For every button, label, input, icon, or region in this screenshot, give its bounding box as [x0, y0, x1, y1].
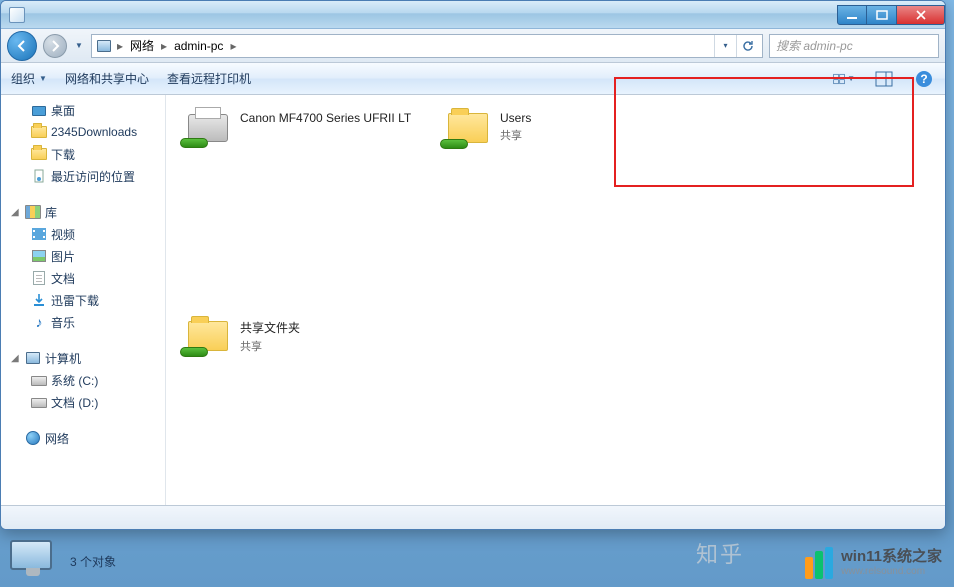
computer-icon [10, 540, 58, 582]
tree-xunlei[interactable]: 迅雷下载 [1, 289, 165, 311]
nav-history-dropdown[interactable]: ▼ [73, 32, 85, 60]
caret-icon: ◢ [11, 353, 21, 364]
help-button[interactable]: ? [913, 68, 935, 90]
music-icon: ♪ [31, 314, 47, 330]
forward-button[interactable] [43, 34, 67, 58]
svg-text:?: ? [920, 72, 927, 86]
caret-icon: ◢ [11, 207, 21, 218]
document-icon [31, 270, 47, 286]
item-sublabel: 共享 [240, 338, 300, 354]
breadcrumb-adminpc[interactable]: admin-pc [172, 39, 225, 53]
breadcrumb-network[interactable]: 网络 [128, 37, 156, 54]
xunlei-icon [31, 292, 47, 308]
folder-icon [31, 124, 47, 140]
shared-folder-icon [444, 107, 492, 149]
tree-desktop[interactable]: 桌面 [1, 99, 165, 121]
breadcrumb-sep-icon[interactable]: ▸ [116, 39, 124, 53]
computer-icon [96, 38, 112, 54]
brand-logo-icon [805, 547, 833, 579]
search-input[interactable] [776, 39, 933, 53]
search-box[interactable] [769, 34, 939, 58]
item-shared-folder[interactable]: 共享文件夹共享 [184, 315, 414, 357]
organize-menu[interactable]: 组织 ▼ [11, 70, 47, 87]
drive-icon [31, 372, 47, 388]
library-icon [25, 204, 41, 220]
item-sublabel: 共享 [500, 127, 531, 143]
titlebar[interactable] [1, 1, 945, 29]
app-icon [9, 7, 25, 23]
tree-recent[interactable]: 最近访问的位置 [1, 165, 165, 187]
breadcrumb-sep-icon[interactable]: ▸ [160, 39, 168, 53]
address-bar[interactable]: ▸ 网络 ▸ admin-pc ▸ ▾ [91, 34, 763, 58]
network-center-button[interactable]: 网络和共享中心 [65, 70, 149, 87]
minimize-button[interactable] [837, 5, 867, 25]
tree-ddrive[interactable]: 文档 (D:) [1, 391, 165, 413]
recent-icon [31, 168, 47, 184]
brand-name: win11系统之家 [841, 549, 942, 566]
tree-videos[interactable]: 视频 [1, 223, 165, 245]
tree-network[interactable]: 网络 [1, 427, 165, 449]
desktop-icon [31, 102, 47, 118]
organize-label: 组织 [11, 70, 35, 87]
item-label: Canon MF4700 Series UFRII LT [240, 111, 411, 125]
nav-tree[interactable]: 桌面 2345Downloads 下载 最近访问的位置 ◢库 视频 图片 文档 … [1, 95, 166, 505]
pictures-icon [31, 248, 47, 264]
nav-bar: ▼ ▸ 网络 ▸ admin-pc ▸ ▾ [1, 29, 945, 63]
tree-libraries[interactable]: ◢库 [1, 201, 165, 223]
content-pane[interactable]: Canon MF4700 Series UFRII LT Users 共享 共享文… [166, 95, 945, 505]
tree-downloads[interactable]: 下载 [1, 143, 165, 165]
details-pane: 3 个对象 [10, 535, 944, 587]
network-icon [25, 430, 41, 446]
refresh-button[interactable] [736, 35, 758, 57]
brand-url: www.relsound.com [841, 566, 942, 577]
tree-pictures[interactable]: 图片 [1, 245, 165, 267]
object-count: 3 个对象 [70, 553, 116, 570]
maximize-button[interactable] [867, 5, 897, 25]
back-button[interactable] [7, 31, 37, 61]
preview-pane-button[interactable] [873, 68, 895, 90]
video-icon [31, 226, 47, 242]
tree-computer[interactable]: ◢计算机 [1, 347, 165, 369]
remote-printer-button[interactable]: 查看远程打印机 [167, 70, 251, 87]
shared-folder-icon [184, 315, 232, 357]
printer-icon [184, 107, 232, 149]
brand-watermark: win11系统之家 www.relsound.com [805, 547, 942, 579]
toolbar: 组织 ▼ 网络和共享中心 查看远程打印机 ▼ ? [1, 63, 945, 95]
tree-documents[interactable]: 文档 [1, 267, 165, 289]
window-controls [837, 5, 945, 25]
address-dropdown-button[interactable]: ▾ [714, 35, 736, 57]
breadcrumb-sep-icon[interactable]: ▸ [229, 39, 237, 53]
tree-2345downloads[interactable]: 2345Downloads [1, 121, 165, 143]
item-label: 共享文件夹 [240, 319, 300, 336]
tree-cdrive[interactable]: 系统 (C:) [1, 369, 165, 391]
watermark-zhihu: 知乎 [696, 537, 744, 569]
view-options-button[interactable]: ▼ [833, 68, 855, 90]
drive-icon [31, 394, 47, 410]
item-printer[interactable]: Canon MF4700 Series UFRII LT [184, 107, 414, 149]
computer-icon [25, 350, 41, 366]
folder-icon [31, 146, 47, 162]
close-button[interactable] [897, 5, 945, 25]
status-bar [1, 505, 945, 529]
item-label: Users [500, 111, 531, 125]
item-users[interactable]: Users 共享 [444, 107, 674, 149]
tree-music[interactable]: ♪音乐 [1, 311, 165, 333]
